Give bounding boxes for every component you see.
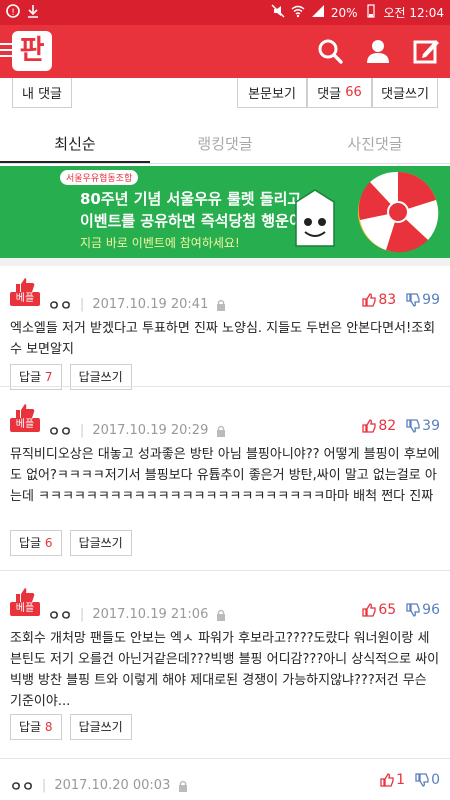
my-comments-button[interactable]: 내 댓글 (12, 78, 72, 108)
tab-ranking[interactable]: 랭킹댓글 (150, 126, 300, 163)
comment-text: 조회수 개처망 팬들도 안보는 엑ㅅ 파워가 후보라고????도랐다 워너원이랑… (10, 631, 440, 709)
downvote-button[interactable]: 96 (406, 602, 440, 618)
search-icon[interactable] (316, 37, 344, 69)
comment-author[interactable]: ㅇㅇ (48, 421, 72, 440)
clock: 오전 12:04 (383, 6, 444, 20)
comments-label: 댓글 (317, 87, 342, 102)
thumbs-down-icon (406, 293, 420, 307)
tab-photo[interactable]: 사진댓글 (300, 126, 450, 163)
thumbs-up-icon (362, 419, 376, 433)
comments-count: 66 (345, 85, 362, 100)
view-article-button[interactable]: 본문보기 (237, 78, 307, 108)
downvote-button[interactable]: 39 (406, 418, 440, 434)
mute-icon (271, 4, 285, 21)
upvote-button[interactable]: 1 (380, 772, 405, 788)
report-icon[interactable] (216, 609, 226, 621)
report-icon[interactable] (178, 780, 188, 792)
comment-date: 2017.10.19 20:41 (92, 297, 209, 312)
comment-divider (0, 570, 450, 571)
comment-divider (0, 386, 450, 387)
thumbs-up-icon (16, 404, 35, 418)
comment-action-row: 내 댓글 본문보기 댓글 66 댓글쓰기 (0, 78, 450, 120)
comment-item: ㅇㅇ | 2017.10.20 00:03 1 0 (10, 772, 440, 795)
comment-author[interactable]: ㅇㅇ (48, 605, 72, 624)
download-icon (26, 4, 40, 21)
battery-level: 20% (330, 5, 358, 20)
signal-icon (311, 4, 325, 21)
battery-icon (364, 4, 378, 21)
upvote-button[interactable]: 82 (362, 418, 396, 434)
app-bar: 판 (0, 25, 450, 78)
banner-brand: 서울우유협동조합 (60, 170, 139, 185)
comment-item: 베플 ㅇㅇ | 2017.10.19 20:29 82 39 뮤직비디오상은 대… (0, 404, 450, 564)
best-comment-badge: 베플 (10, 278, 40, 306)
comment-divider (0, 758, 450, 759)
comment-text: 뮤직비디오상은 대놓고 성과좋은 방탄 아님 블핑아니야?? 어떻게 블핑이 후… (10, 447, 440, 504)
comment-text: 엑소엘들 저거 받겠다고 투표하면 진짜 노양심. 지들도 두번은 안본다면서!… (10, 321, 436, 357)
banner-headline-2: 이벤트를 공유하면 즉석당첨 행운이! (80, 212, 310, 230)
svg-text:!: ! (11, 8, 15, 18)
best-comment-badge: 베플 (10, 588, 40, 616)
banner-headline-1: 80주년 기념 서울우유 룰렛 돌리고 (80, 190, 302, 208)
roulette-icon (358, 171, 439, 253)
status-bar: ! 20% 오전 12:04 (0, 0, 450, 25)
comment-item: 베플 ㅇㅇ | 2017.10.19 21:06 65 96 조회수 개처망 팬… (0, 588, 450, 758)
downvote-button[interactable]: 0 (415, 772, 440, 788)
upvote-button[interactable]: 83 (362, 292, 396, 308)
app-logo[interactable]: 판 (12, 31, 52, 71)
section-divider (0, 258, 450, 266)
thumbs-down-icon (415, 773, 429, 787)
milk-carton-icon (295, 189, 335, 247)
wifi-icon (291, 4, 305, 21)
notification-icon: ! (6, 4, 20, 21)
write-comment-button[interactable]: 댓글쓰기 (372, 78, 438, 108)
thumbs-up-icon (362, 603, 376, 617)
thumbs-up-icon (362, 293, 376, 307)
comment-date: 2017.10.20 00:03 (54, 778, 171, 793)
comment-date: 2017.10.19 20:29 (92, 423, 209, 438)
write-reply-button[interactable]: 답글쓰기 (69, 530, 132, 556)
write-icon[interactable] (412, 37, 440, 69)
reply-count-button[interactable]: 답글 6 (10, 530, 62, 556)
user-icon[interactable] (364, 37, 392, 69)
comment-author[interactable]: ㅇㅇ (10, 776, 34, 795)
report-icon[interactable] (216, 299, 226, 311)
banner-cta: 지금 바로 이벤트에 참여하세요! (80, 236, 240, 250)
comment-date: 2017.10.19 21:06 (92, 607, 209, 622)
reply-count-button[interactable]: 답글 8 (10, 714, 62, 740)
thumbs-up-icon (380, 773, 394, 787)
downvote-button[interactable]: 99 (406, 292, 440, 308)
report-icon[interactable] (216, 425, 226, 437)
write-reply-button[interactable]: 답글쓰기 (69, 714, 132, 740)
thumbs-up-icon (16, 278, 35, 292)
ad-banner[interactable]: 서울우유협동조합 80주년 기념 서울우유 룰렛 돌리고 이벤트를 공유하면 즉… (0, 166, 450, 258)
comments-count-button[interactable]: 댓글 66 (307, 78, 372, 108)
tab-latest[interactable]: 최신순 (0, 126, 150, 163)
thumbs-up-icon (16, 588, 35, 602)
thumbs-down-icon (406, 419, 420, 433)
comment-author[interactable]: ㅇㅇ (48, 295, 72, 314)
best-comment-badge: 베플 (10, 404, 40, 432)
sort-tabs: 최신순 랭킹댓글 사진댓글 (0, 126, 450, 164)
upvote-button[interactable]: 65 (362, 602, 396, 618)
thumbs-down-icon (406, 603, 420, 617)
comment-item: 베플 ㅇㅇ | 2017.10.19 20:41 83 99 엑소엘들 저거 받… (0, 278, 450, 390)
